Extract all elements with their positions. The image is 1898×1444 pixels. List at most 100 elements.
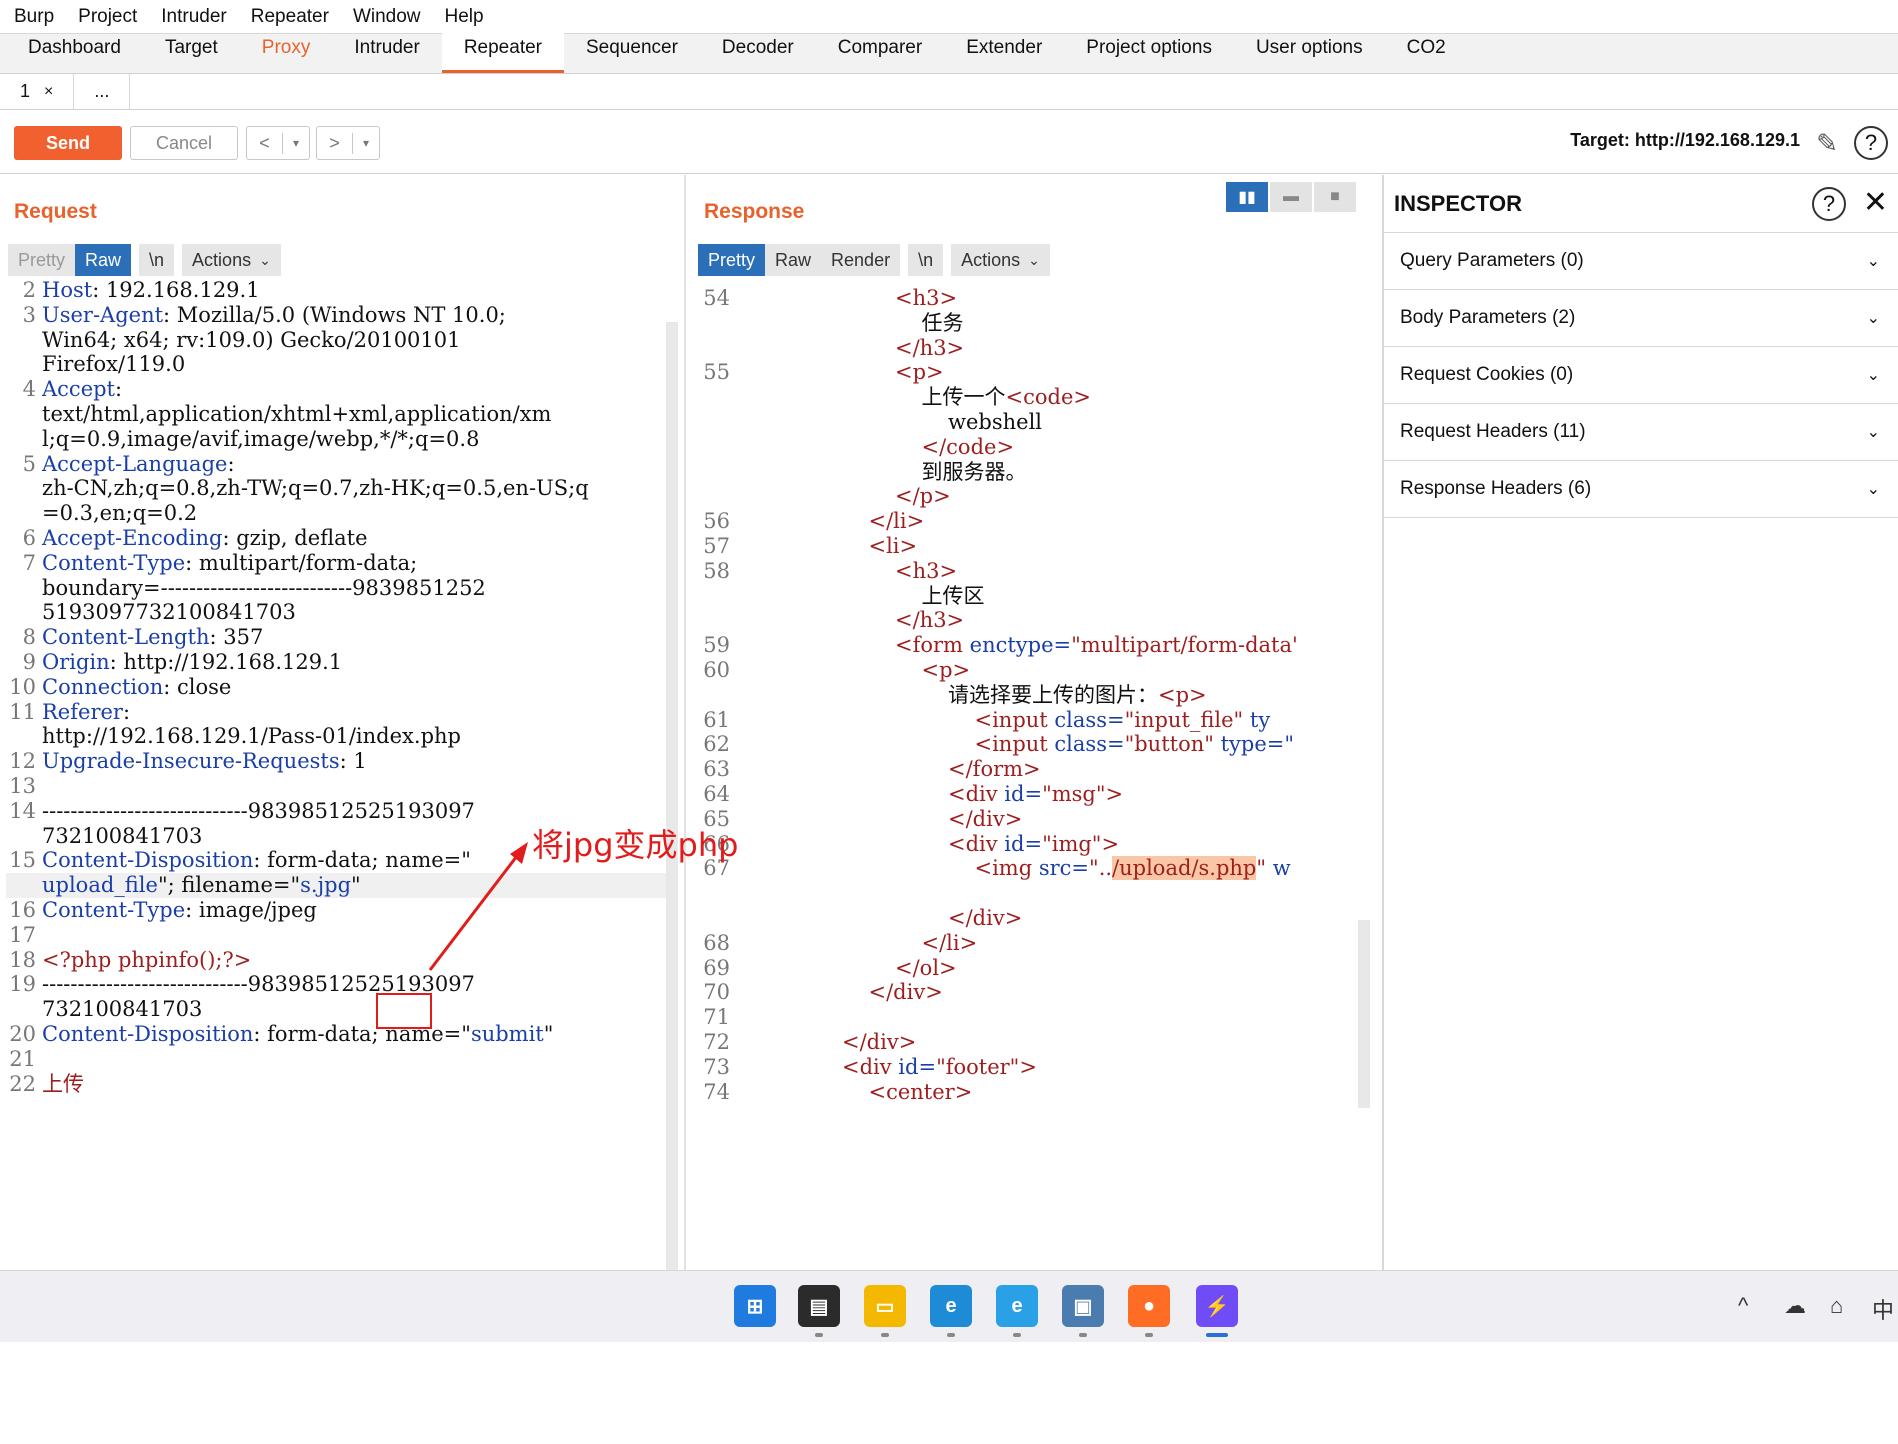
line-content: -----------------------------98398512525… (42, 799, 475, 824)
pencil-edit-icon[interactable]: ✎ (1812, 128, 1842, 158)
code-line: 22 上传 (6, 1072, 666, 1097)
cancel-button[interactable]: Cancel (130, 126, 238, 160)
line-number: 18 (9, 947, 36, 972)
tab-newline[interactable]: \n (139, 244, 175, 276)
input-method-icon[interactable]: 中 (1872, 1293, 1894, 1325)
tab-sequencer[interactable]: Sequencer (564, 33, 700, 73)
tab-user-options[interactable]: User options (1234, 33, 1385, 73)
tab-repeater[interactable]: Repeater (441, 33, 564, 73)
repeater-tab-1[interactable]: 1 × (0, 74, 75, 109)
inspector-section-request-cookies[interactable]: Request Cookies (0) ⌄ (1384, 347, 1898, 404)
send-button[interactable]: Send (14, 126, 122, 160)
tab-co2[interactable]: CO2 (1385, 33, 1468, 73)
firefox-icon[interactable]: ● (1128, 1285, 1170, 1327)
line-content: </div> (736, 1030, 916, 1055)
line-number (696, 608, 736, 633)
filename-prefix: s. (300, 873, 318, 898)
menu-item-project[interactable]: Project (78, 6, 137, 28)
split-vertical-icon[interactable]: ▬ (1270, 182, 1312, 212)
tab-pretty[interactable]: Pretty (8, 244, 76, 276)
line-content: Content-Type: multipart/form-data; (42, 551, 417, 576)
show-hidden-icons-icon[interactable]: ^ (1738, 1293, 1748, 1319)
chevron-down-icon[interactable]: ⌄ (1867, 479, 1880, 499)
request-scrollbar[interactable] (666, 322, 678, 1270)
inspector-section-request-headers[interactable]: Request Headers (11) ⌄ (1384, 404, 1898, 461)
actions-dropdown[interactable]: Actions ⌄ (182, 244, 281, 276)
line-number: 57 (703, 533, 730, 558)
tab-raw[interactable]: Raw (75, 244, 132, 276)
request-view-tabs: Pretty Raw \n Actions ⌄ (8, 244, 281, 276)
tab-extender[interactable]: Extender (944, 33, 1064, 73)
menu-item-intruder[interactable]: Intruder (161, 6, 226, 28)
edge-icon[interactable]: e (930, 1285, 972, 1327)
menu-item-burp[interactable]: Burp (14, 6, 54, 28)
edge-beta-icon[interactable]: e (996, 1285, 1038, 1327)
chevron-down-icon[interactable]: ⌄ (1867, 251, 1880, 271)
html-attribute-value: "footer" (936, 1054, 1020, 1079)
response-editor[interactable]: 54 <h3> 任务 </h3> 55 <p> 上传一个<code> webshell </co… (696, 286, 1358, 1270)
html-attribute: class= (1047, 732, 1125, 757)
line-number (696, 385, 736, 410)
tab-pretty[interactable]: Pretty (698, 244, 766, 276)
history-back-button[interactable]: < ▾ (246, 126, 310, 160)
html-tag: <form (895, 633, 963, 658)
tab-proxy[interactable]: Proxy (240, 33, 333, 73)
chevron-down-icon[interactable]: ⌄ (1867, 365, 1880, 385)
tab-dashboard[interactable]: Dashboard (6, 33, 143, 73)
running-indicator (1145, 1333, 1153, 1337)
code-line: 请选择要上传的图片：<p> (696, 683, 1358, 708)
menu-item-repeater[interactable]: Repeater (251, 6, 329, 28)
header-name: Content-Type (42, 550, 186, 575)
tab-newline[interactable]: \n (908, 244, 944, 276)
tab-decoder[interactable]: Decoder (700, 33, 816, 73)
new-tab-button[interactable]: ... (74, 74, 131, 109)
file-explorer-dark-icon[interactable]: ▤ (798, 1285, 840, 1327)
header-name: Accept-Encoding (42, 525, 223, 550)
app-tray-icon[interactable]: ⌂ (1830, 1293, 1843, 1319)
onedrive-icon[interactable]: ☁ (1784, 1293, 1806, 1319)
split-horizontal-icon[interactable]: ▮▮ (1226, 182, 1268, 212)
burp-suite-icon[interactable]: ⚡ (1196, 1285, 1238, 1327)
header-value: : (122, 699, 131, 724)
html-attribute-value: "msg" (1042, 781, 1106, 806)
actions-dropdown[interactable]: Actions ⌄ (951, 244, 1050, 276)
line-number (696, 460, 736, 485)
chevron-down-icon[interactable]: ▾ (353, 136, 379, 150)
single-view-icon[interactable]: ■ (1314, 182, 1356, 212)
code-line: 56 </li> (696, 509, 1358, 534)
header-value: text/html,application/xhtml+xml,applicat… (42, 401, 552, 426)
inspector-section-body-parameters[interactable]: Body Parameters (2) ⌄ (1384, 290, 1898, 347)
windows-start-icon[interactable]: ⊞ (734, 1285, 776, 1327)
line-number (696, 336, 736, 361)
tab-intruder[interactable]: Intruder (332, 33, 441, 73)
history-forward-button[interactable]: > ▾ (316, 126, 380, 160)
tab-project-options[interactable]: Project options (1064, 33, 1234, 73)
header-value: 5193097732100841703 (42, 600, 296, 625)
header-name: Connection (42, 674, 164, 699)
help-icon[interactable]: ? (1854, 126, 1888, 160)
tab-comparer[interactable]: Comparer (816, 33, 944, 73)
response-scrollbar[interactable] (1358, 920, 1370, 1108)
close-icon[interactable]: × (44, 83, 53, 101)
tab-render[interactable]: Render (821, 244, 901, 276)
request-editor[interactable]: 2 Host: 192.168.129.1 3 User-Agent: Mozilla… (6, 278, 666, 1268)
help-icon[interactable]: ? (1812, 187, 1846, 221)
close-icon[interactable]: ✕ (1863, 185, 1888, 220)
tab-raw[interactable]: Raw (765, 244, 822, 276)
code-line: 4 Accept: (6, 377, 666, 402)
chevron-down-icon[interactable]: ▾ (283, 136, 309, 150)
menu-item-help[interactable]: Help (445, 6, 484, 28)
html-tag: > (1105, 781, 1124, 806)
tab-target[interactable]: Target (143, 33, 240, 73)
inspector-section-response-headers[interactable]: Response Headers (6) ⌄ (1384, 461, 1898, 518)
remote-desktop-icon[interactable]: ▣ (1062, 1285, 1104, 1327)
line-number: 9 (22, 649, 36, 674)
chevron-down-icon[interactable]: ⌄ (1867, 308, 1880, 328)
file-explorer-icon[interactable]: ▭ (864, 1285, 906, 1327)
inspector-section-query-parameters[interactable]: Query Parameters (0) ⌄ (1384, 233, 1898, 290)
panel-divider[interactable] (684, 175, 686, 1270)
code-line: 70 </div> (696, 980, 1358, 1005)
menu-item-window[interactable]: Window (353, 6, 421, 28)
chevron-down-icon[interactable]: ⌄ (1867, 422, 1880, 442)
body-content: <?php phpinfo();?> (42, 947, 252, 972)
